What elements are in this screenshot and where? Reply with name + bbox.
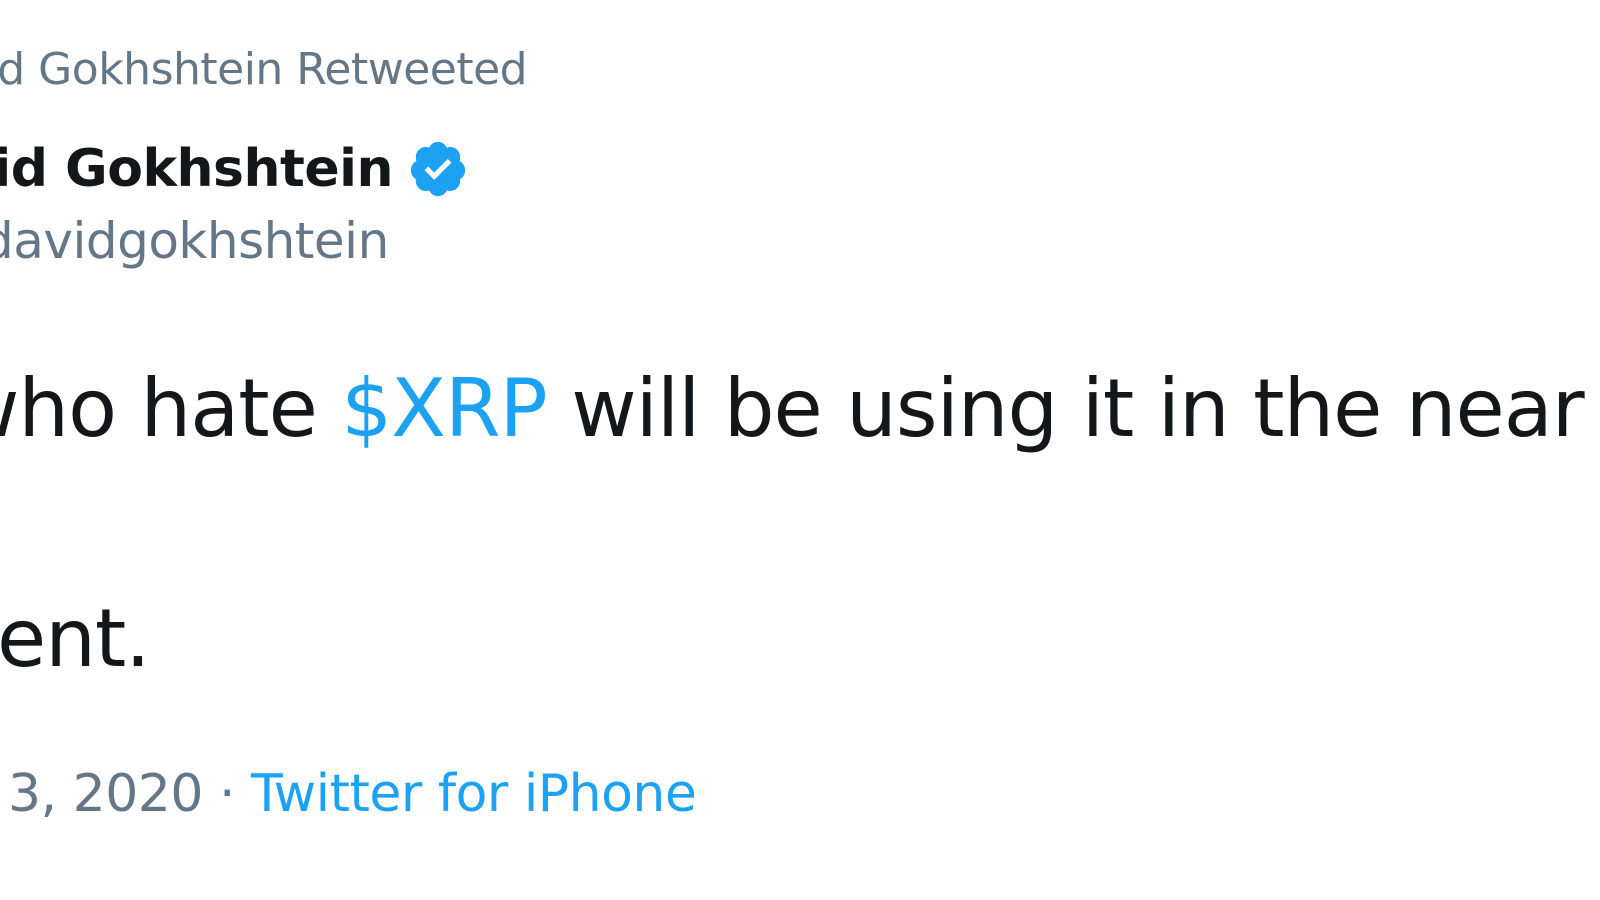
tweet-text-line-1: who hate $XRP will be using it in the ne… xyxy=(0,362,1585,455)
tweet-date-link[interactable]: l 3, 2020 xyxy=(0,764,203,824)
meta-separator: · xyxy=(218,764,236,824)
author-handle-row[interactable]: davidgokhshtein xyxy=(0,212,389,270)
author-handle[interactable]: davidgokhshtein xyxy=(0,212,389,270)
cashtag-link[interactable]: $XRP xyxy=(341,362,548,455)
tweet-text-segment: cent. xyxy=(0,592,151,685)
author-name-row[interactable]: vid Gokhshtein xyxy=(0,138,469,200)
verified-check-icon xyxy=(407,138,469,200)
author-display-name[interactable]: vid Gokhshtein xyxy=(0,139,394,199)
tweet-text-line-2: cent. xyxy=(0,592,151,685)
tweet-text-segment: will be using it in the near xyxy=(546,362,1584,455)
tweet-card[interactable]: vid Gokhshtein Retweeted vid Gokhshtein … xyxy=(0,0,1600,900)
tweet-source-link[interactable]: Twitter for iPhone xyxy=(251,764,697,824)
retweet-indicator[interactable]: vid Gokhshtein Retweeted xyxy=(0,44,528,95)
tweet-meta-row: l 3, 2020 · Twitter for iPhone xyxy=(0,764,697,824)
tweet-text-segment: who hate xyxy=(0,362,318,455)
retweet-label: vid Gokhshtein Retweeted xyxy=(0,44,528,95)
